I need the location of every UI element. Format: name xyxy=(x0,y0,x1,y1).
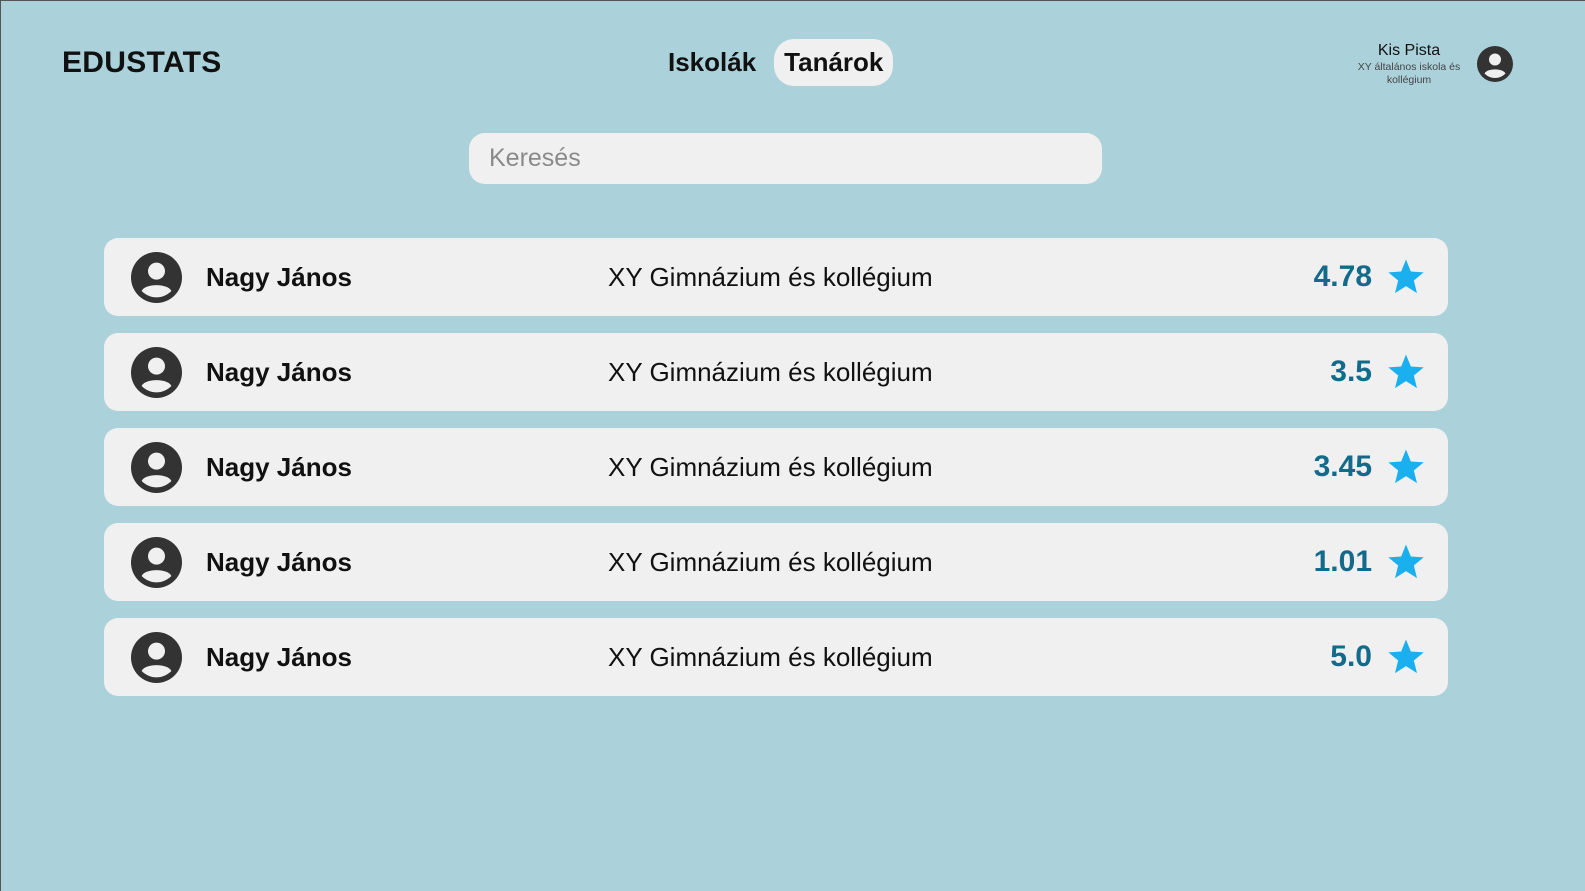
teacher-list: Nagy János XY Gimnázium és kollégium 4.7… xyxy=(104,238,1448,696)
tab-tanarok[interactable]: Tanárok xyxy=(774,39,894,86)
account-circle-icon[interactable] xyxy=(1477,46,1513,82)
user-name: Kis Pista xyxy=(1377,42,1441,59)
teacher-school: XY Gimnázium és kollégium xyxy=(608,547,933,577)
teacher-row[interactable]: Nagy János XY Gimnázium és kollégium 3.4… xyxy=(104,428,1448,506)
teacher-row[interactable]: Nagy János XY Gimnázium és kollégium 4.7… xyxy=(104,238,1448,316)
app-frame: EDUSTATS Iskolák Tanárok Kis Pista XY ál… xyxy=(0,0,1585,891)
teacher-rating: 4.78 xyxy=(1313,260,1372,293)
teacher-row[interactable]: Nagy János XY Gimnázium és kollégium 1.0… xyxy=(104,523,1448,601)
teacher-school: XY Gimnázium és kollégium xyxy=(608,452,933,482)
star-icon xyxy=(1388,544,1424,579)
teacher-rating: 3.45 xyxy=(1313,450,1372,483)
teacher-name: Nagy János xyxy=(206,547,352,577)
star-icon xyxy=(1388,639,1424,674)
teacher-row[interactable]: Nagy János XY Gimnázium és kollégium 5.0 xyxy=(104,618,1448,696)
tab-iskolak[interactable]: Iskolák xyxy=(658,39,766,86)
teacher-row[interactable]: Nagy János XY Gimnázium és kollégium 3.5 xyxy=(104,333,1448,411)
teacher-name: Nagy János xyxy=(206,262,352,292)
user-info: Kis Pista XY általános iskola és kollégi… xyxy=(1353,41,1465,87)
user-profile[interactable]: Kis Pista XY általános iskola és kollégi… xyxy=(1353,41,1513,87)
teacher-rating: 1.01 xyxy=(1313,545,1372,578)
teacher-name: Nagy János xyxy=(206,642,352,672)
account-circle-icon xyxy=(131,252,182,303)
teacher-name: Nagy János xyxy=(206,357,352,387)
app-logo[interactable]: EDUSTATS xyxy=(62,46,222,80)
account-circle-icon xyxy=(131,537,182,588)
teacher-rating: 3.5 xyxy=(1330,355,1372,388)
account-circle-icon xyxy=(131,632,182,683)
star-icon xyxy=(1388,354,1424,389)
account-circle-icon xyxy=(131,347,182,398)
main-nav: Iskolák Tanárok xyxy=(658,39,894,86)
account-circle-icon xyxy=(131,442,182,493)
teacher-name: Nagy János xyxy=(206,452,352,482)
star-icon xyxy=(1388,449,1424,484)
star-icon xyxy=(1388,259,1424,294)
teacher-school: XY Gimnázium és kollégium xyxy=(608,262,933,292)
search-input[interactable] xyxy=(469,133,1102,184)
teacher-school: XY Gimnázium és kollégium xyxy=(608,357,933,387)
user-school: XY általános iskola és kollégium xyxy=(1357,61,1461,86)
teacher-school: XY Gimnázium és kollégium xyxy=(608,642,933,672)
teacher-rating: 5.0 xyxy=(1330,640,1372,673)
